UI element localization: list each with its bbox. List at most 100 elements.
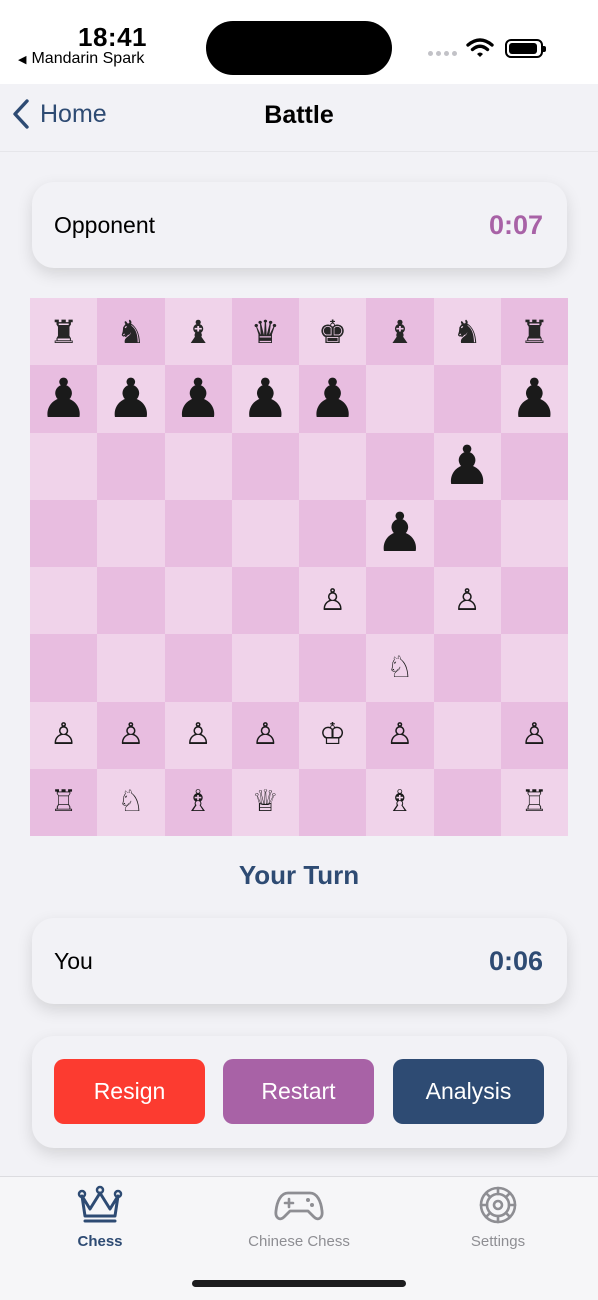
square-d2[interactable]: ♙ — [231, 701, 299, 769]
square-g4[interactable]: ♙ — [433, 567, 501, 635]
square-d3[interactable] — [231, 634, 299, 702]
white-pawn-piece[interactable]: ♙ — [454, 585, 481, 616]
square-f8[interactable]: ♝ — [366, 298, 434, 366]
black-pawn-piece[interactable]: ♟ — [443, 439, 491, 493]
square-d6[interactable] — [231, 432, 299, 500]
square-h4[interactable] — [500, 567, 568, 635]
black-queen-piece[interactable]: ♛ — [251, 316, 280, 348]
restart-button[interactable]: Restart — [223, 1059, 374, 1124]
square-d4[interactable] — [231, 567, 299, 635]
square-b2[interactable]: ♙ — [97, 701, 165, 769]
square-b3[interactable] — [97, 634, 165, 702]
square-f1[interactable]: ♗ — [366, 768, 434, 836]
square-e2[interactable]: ♔ — [299, 701, 367, 769]
square-b8[interactable]: ♞ — [97, 298, 165, 366]
square-h7[interactable]: ♟ — [500, 365, 568, 433]
square-b6[interactable] — [97, 432, 165, 500]
black-pawn-piece[interactable]: ♟ — [510, 371, 558, 426]
square-f3[interactable]: ♘ — [366, 634, 434, 702]
black-bishop-piece[interactable]: ♝ — [184, 316, 213, 348]
black-pawn-piece[interactable]: ♟ — [376, 506, 424, 560]
white-rook-piece[interactable]: ♖ — [50, 787, 77, 817]
square-a7[interactable]: ♟ — [30, 365, 98, 433]
white-pawn-piece[interactable]: ♙ — [117, 720, 144, 750]
white-bishop-piece[interactable]: ♗ — [386, 787, 413, 817]
square-f2[interactable]: ♙ — [366, 701, 434, 769]
tab-chinese-chess[interactable]: Chinese Chess — [199, 1185, 399, 1250]
white-pawn-piece[interactable]: ♙ — [50, 720, 77, 750]
black-rook-piece[interactable]: ♜ — [49, 316, 78, 348]
white-pawn-piece[interactable]: ♙ — [319, 585, 346, 616]
square-d8[interactable]: ♛ — [231, 298, 299, 366]
square-g1[interactable] — [433, 768, 501, 836]
chess-board[interactable]: ♜ ♞ ♝ ♛ ♚ ♝ ♞ ♜ ♟ ♟ ♟ ♟ ♟ ♟ ♟ ♟ ♙ ♙ ♘ ♙ ♙ ♙ ♙ ♔ ♙ ♙ ♖ ♘ ♗ ♕ ♗ ♖ — [30, 298, 568, 836]
square-c2[interactable]: ♙ — [164, 701, 232, 769]
square-c6[interactable] — [164, 432, 232, 500]
square-b1[interactable]: ♘ — [97, 768, 165, 836]
black-rook-piece[interactable]: ♜ — [520, 316, 549, 348]
back-to-app-link[interactable]: ◀ Mandarin Spark — [18, 50, 144, 68]
square-a6[interactable] — [30, 432, 98, 500]
square-g3[interactable] — [433, 634, 501, 702]
square-d1[interactable]: ♕ — [231, 768, 299, 836]
square-g8[interactable]: ♞ — [433, 298, 501, 366]
square-a3[interactable] — [30, 634, 98, 702]
square-h1[interactable]: ♖ — [500, 768, 568, 836]
square-a2[interactable]: ♙ — [30, 701, 98, 769]
square-e3[interactable] — [299, 634, 367, 702]
white-pawn-piece[interactable]: ♙ — [185, 720, 212, 750]
square-c1[interactable]: ♗ — [164, 768, 232, 836]
black-pawn-piece[interactable]: ♟ — [107, 371, 155, 426]
square-a5[interactable] — [30, 499, 98, 567]
square-e6[interactable] — [299, 432, 367, 500]
square-h3[interactable] — [500, 634, 568, 702]
black-knight-piece[interactable]: ♞ — [453, 316, 482, 348]
square-e5[interactable] — [299, 499, 367, 567]
white-rook-piece[interactable]: ♖ — [521, 787, 548, 817]
black-knight-piece[interactable]: ♞ — [117, 316, 146, 348]
black-pawn-piece[interactable]: ♟ — [174, 371, 222, 426]
black-king-piece[interactable]: ♚ — [318, 316, 347, 348]
white-pawn-piece[interactable]: ♙ — [252, 720, 279, 750]
square-h8[interactable]: ♜ — [500, 298, 568, 366]
square-f7[interactable] — [366, 365, 434, 433]
square-e8[interactable]: ♚ — [299, 298, 367, 366]
white-bishop-piece[interactable]: ♗ — [185, 787, 212, 817]
square-f4[interactable] — [366, 567, 434, 635]
white-queen-piece[interactable]: ♕ — [252, 787, 279, 817]
square-h5[interactable] — [500, 499, 568, 567]
square-b4[interactable] — [97, 567, 165, 635]
square-g2[interactable] — [433, 701, 501, 769]
square-c8[interactable]: ♝ — [164, 298, 232, 366]
white-king-piece[interactable]: ♔ — [319, 720, 346, 750]
square-c4[interactable] — [164, 567, 232, 635]
square-c7[interactable]: ♟ — [164, 365, 232, 433]
white-knight-piece[interactable]: ♘ — [386, 652, 413, 683]
square-g6[interactable]: ♟ — [433, 432, 501, 500]
square-g7[interactable] — [433, 365, 501, 433]
square-d5[interactable] — [231, 499, 299, 567]
square-d7[interactable]: ♟ — [231, 365, 299, 433]
square-b5[interactable] — [97, 499, 165, 567]
black-pawn-piece[interactable]: ♟ — [241, 371, 289, 426]
square-h2[interactable]: ♙ — [500, 701, 568, 769]
square-a8[interactable]: ♜ — [30, 298, 98, 366]
square-f5[interactable]: ♟ — [366, 499, 434, 567]
square-f6[interactable] — [366, 432, 434, 500]
resign-button[interactable]: Resign — [54, 1059, 205, 1124]
square-a4[interactable] — [30, 567, 98, 635]
white-knight-piece[interactable]: ♘ — [117, 787, 144, 817]
tab-settings[interactable]: Settings — [398, 1185, 598, 1250]
black-bishop-piece[interactable]: ♝ — [386, 316, 415, 348]
white-pawn-piece[interactable]: ♙ — [521, 720, 548, 750]
square-b7[interactable]: ♟ — [97, 365, 165, 433]
square-h6[interactable] — [500, 432, 568, 500]
square-c3[interactable] — [164, 634, 232, 702]
black-pawn-piece[interactable]: ♟ — [39, 371, 87, 426]
black-pawn-piece[interactable]: ♟ — [308, 371, 356, 426]
square-a1[interactable]: ♖ — [30, 768, 98, 836]
analysis-button[interactable]: Analysis — [393, 1059, 544, 1124]
square-c5[interactable] — [164, 499, 232, 567]
square-g5[interactable] — [433, 499, 501, 567]
square-e7[interactable]: ♟ — [299, 365, 367, 433]
